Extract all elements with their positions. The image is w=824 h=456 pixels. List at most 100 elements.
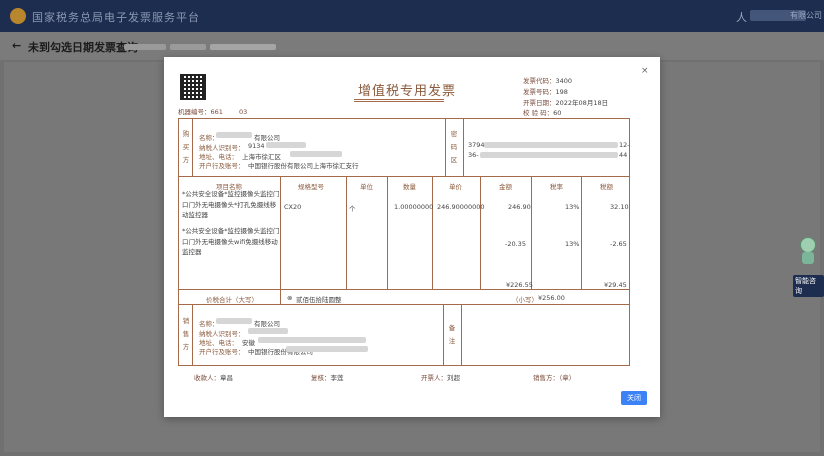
- item-amount: -20.35: [505, 240, 526, 248]
- invoice-number-value: 198: [555, 88, 568, 96]
- user-icon[interactable]: 人: [736, 9, 747, 25]
- buyer-bank-value: 中国银行股份有限公司上海市徐汇支行: [248, 162, 359, 170]
- column-header: 规格型号: [298, 183, 324, 191]
- password-redacted: [484, 142, 618, 148]
- item-name: *公共安全设备*监控摄像头监控门口门外无电摄像头*打孔免摄线移动监控器: [182, 190, 280, 219]
- column-header: 单位: [360, 183, 373, 191]
- breadcrumb-item[interactable]: [170, 44, 206, 50]
- column-header: 单价: [449, 183, 462, 191]
- buyer-section-label: 购买方: [182, 130, 190, 164]
- buyer-name-suffix: 有限公司: [254, 134, 280, 142]
- back-arrow-icon[interactable]: ←: [12, 39, 21, 52]
- table-divider: [387, 176, 388, 289]
- item-tax-rate: 13%: [565, 240, 580, 248]
- title-underline: [354, 99, 444, 102]
- item-quantity: 1.00000000: [394, 203, 434, 211]
- seller-section-label: 销售方: [182, 317, 190, 351]
- machine-number-value: 661: [210, 108, 223, 116]
- invoice-date-label: 开票日期：: [523, 99, 556, 107]
- password-redacted: [480, 152, 618, 158]
- page-title: 未到勾选日期发票查询: [28, 41, 138, 54]
- buyer-bank-label: 开户行及账号：: [199, 162, 245, 170]
- table-divider: [192, 304, 193, 366]
- seller-address-redacted: [258, 337, 366, 343]
- invoice-date: 开票日期：2022年08月18日: [523, 97, 608, 107]
- reviewer: 复核：李莲: [311, 372, 344, 382]
- item-spec: CX20: [284, 203, 302, 211]
- table-divider: [178, 304, 630, 305]
- seller-bank-label: 开户行及账号：: [199, 348, 245, 356]
- check-code: 校 验 码：60: [523, 107, 561, 117]
- invoice-date-value: 2022年08月18日: [555, 99, 609, 107]
- buyer-tax-redacted: [266, 142, 306, 148]
- buyer-address-redacted: [290, 151, 342, 157]
- platform-title: 国家税务总局电子发票服务平台: [32, 11, 200, 24]
- seller-name-redacted: [216, 318, 252, 324]
- invoice-code-label: 发票代码：: [523, 77, 556, 85]
- table-divider: [443, 304, 444, 366]
- machine-number-suffix: 03: [239, 108, 248, 116]
- table-divider: [581, 176, 582, 289]
- invoice-code-value: 3400: [555, 77, 573, 85]
- table-divider: [280, 289, 281, 304]
- item-unit: 个: [349, 205, 356, 213]
- column-header: 数量: [403, 183, 416, 191]
- payee-value: 章昌: [220, 374, 233, 382]
- table-divider: [178, 176, 630, 177]
- item-name: *公共安全设备*监控摄像头监控门口门外无电摄像头wifi免摄线移动监控器: [182, 227, 280, 256]
- reviewer-label: 复核：: [311, 374, 331, 382]
- drawer: 开票人：刘超: [421, 372, 460, 382]
- column-header: 金额: [499, 183, 512, 191]
- total-words-label: 价税合计（大写）: [206, 296, 258, 304]
- item-amount: 246.90: [508, 203, 531, 211]
- breadcrumb-item[interactable]: [124, 44, 166, 50]
- total-tax: ¥29.45: [604, 281, 627, 289]
- table-divider: [192, 118, 193, 176]
- column-header: 税额: [600, 183, 613, 191]
- buyer-tax-value: 9134: [248, 142, 265, 150]
- invoice-title: 增值税专用发票: [358, 84, 457, 99]
- table-divider: [461, 304, 462, 366]
- table-divider: [346, 176, 347, 289]
- password-area-label: 密码区: [450, 130, 458, 164]
- table-divider: [178, 289, 630, 290]
- item-tax-rate: 13%: [565, 203, 580, 211]
- machine-number: 机器编号：661 03: [178, 106, 247, 116]
- invoice-code: 发票代码：3400: [523, 75, 572, 85]
- machine-number-label: 机器编号：: [178, 108, 211, 116]
- seller-bank-redacted: [286, 346, 368, 352]
- password-line: 3794: [468, 141, 485, 149]
- column-header: 税率: [550, 183, 563, 191]
- user-company-suffix[interactable]: 有限公司: [790, 10, 822, 21]
- page-header: ← 未到勾选日期发票查询: [0, 32, 824, 60]
- currency-circle-icon: ⊗: [287, 294, 293, 302]
- item-tax-amount: 32.10: [610, 203, 629, 211]
- table-divider: [432, 176, 433, 289]
- seller-tax-redacted: [248, 328, 288, 334]
- total-amount: ¥226.55: [506, 281, 533, 289]
- check-code-value: 60: [553, 109, 562, 117]
- close-icon[interactable]: ×: [641, 66, 649, 76]
- close-button[interactable]: 关闭: [621, 391, 647, 405]
- table-divider: [480, 176, 481, 289]
- item-unit-price: 246.90000000: [437, 203, 485, 211]
- table-divider: [280, 176, 281, 289]
- payee-label: 收款人：: [194, 374, 220, 382]
- total-small-label: （小写）: [512, 296, 538, 304]
- smart-consult-label[interactable]: 智能咨询: [793, 275, 824, 297]
- password-line-tail: 12-: [619, 141, 630, 149]
- top-bar: 国家税务总局电子发票服务平台 人 有限公司: [0, 0, 824, 32]
- table-divider: [463, 118, 464, 176]
- table-divider: [531, 176, 532, 289]
- payee: 收款人：章昌: [194, 372, 233, 382]
- invoice-number: 发票号码：198: [523, 86, 568, 96]
- reviewer-value: 李莲: [330, 374, 344, 382]
- assistant-robot-icon[interactable]: [796, 237, 820, 271]
- drawer-label: 开票人：: [421, 374, 447, 382]
- total-small-value: ¥256.00: [538, 294, 565, 302]
- robot-body: [802, 252, 814, 264]
- robot-head: [800, 237, 816, 253]
- buyer-name-redacted: [216, 132, 252, 138]
- invoice-number-label: 发票号码：: [523, 88, 556, 96]
- seller-seal: 销售方：（章）: [533, 374, 576, 382]
